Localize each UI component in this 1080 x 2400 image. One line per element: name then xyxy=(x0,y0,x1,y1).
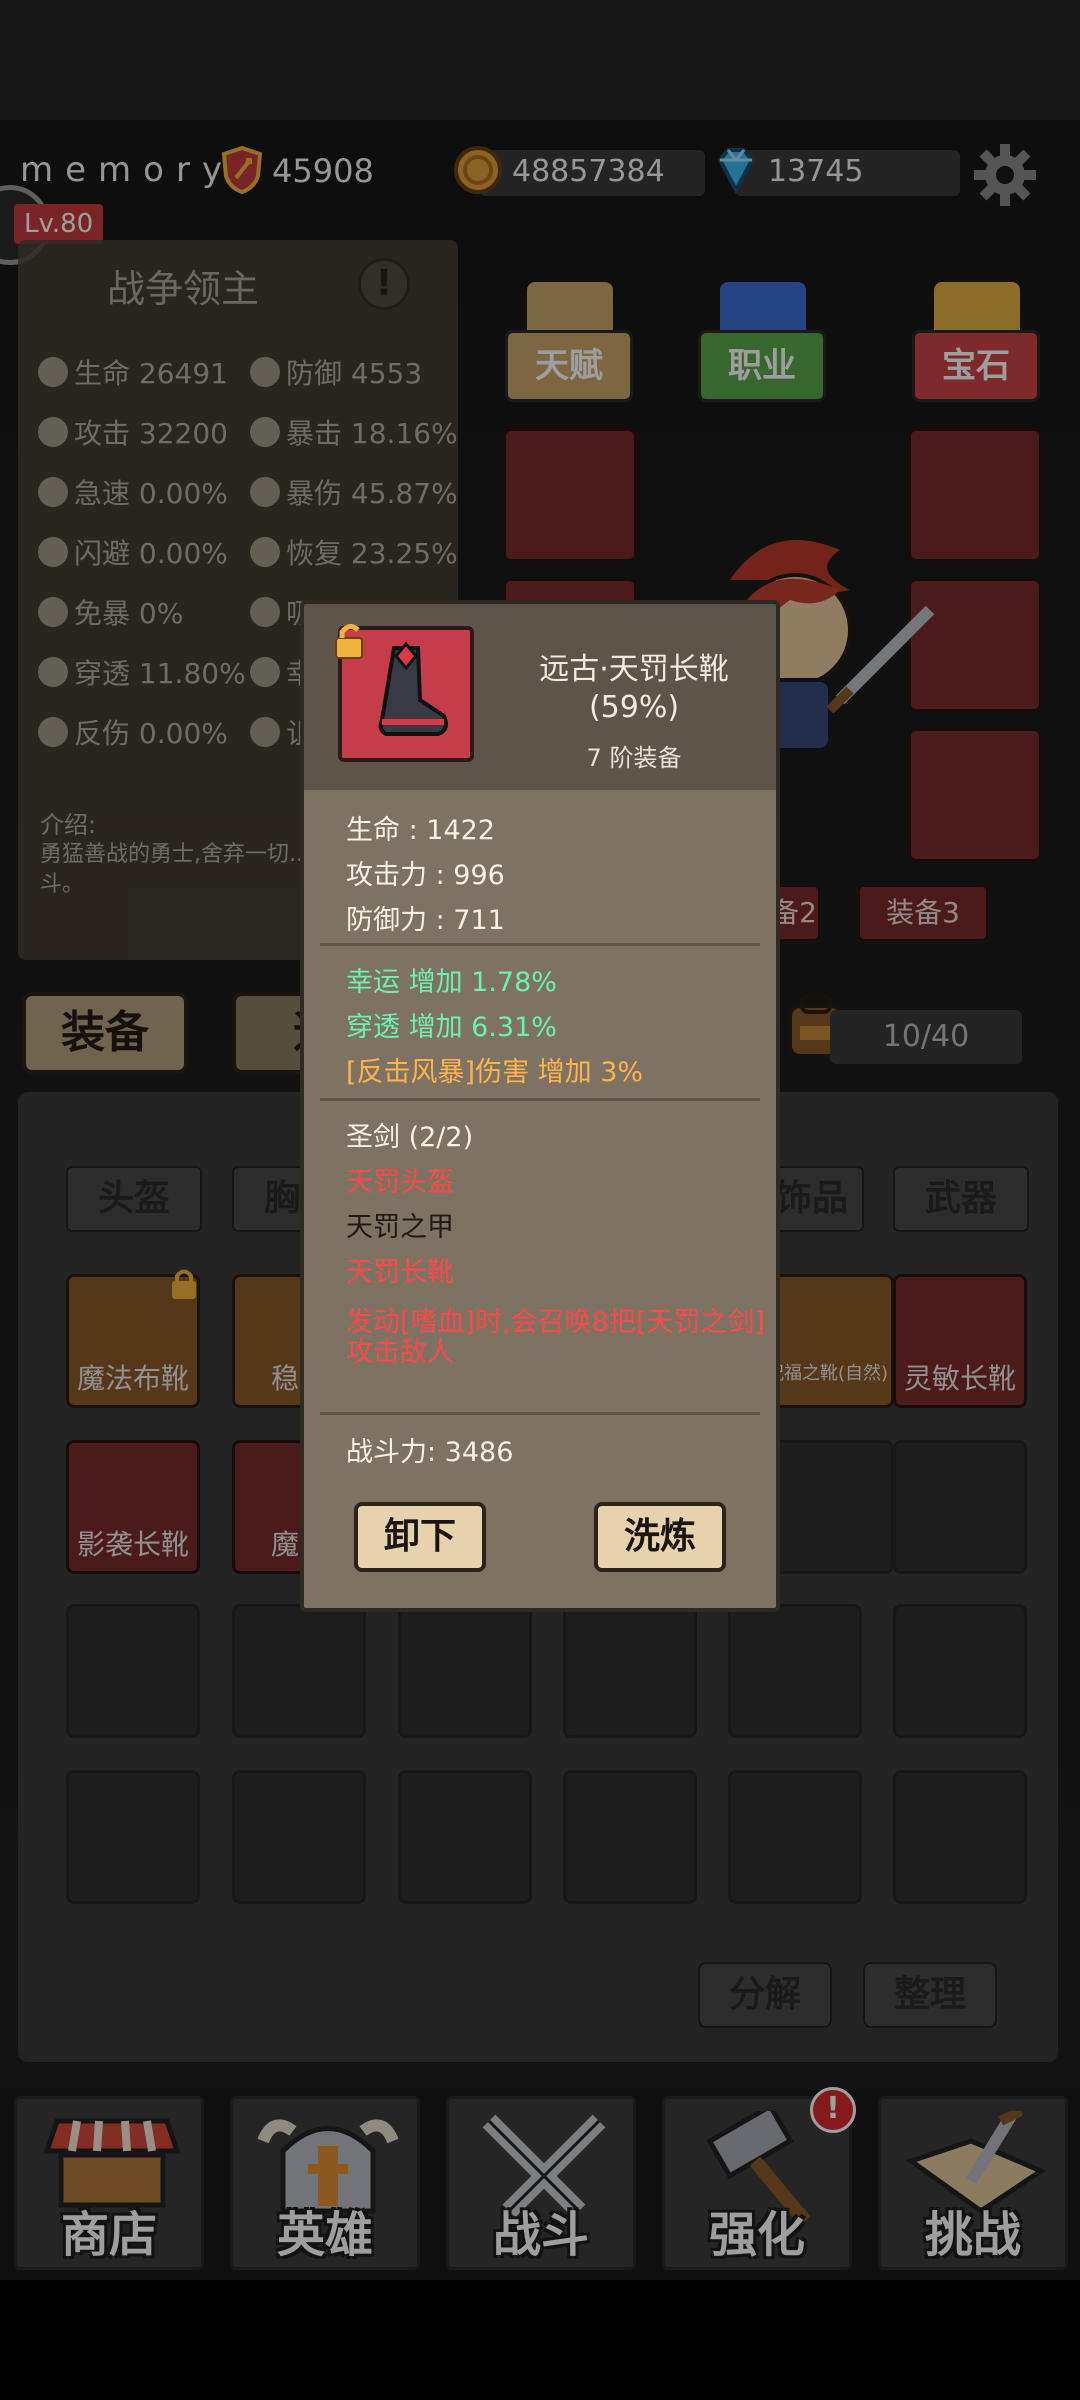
empty-slot[interactable] xyxy=(893,1604,1027,1738)
empty-slot[interactable] xyxy=(232,1770,366,1904)
rank-shield-icon xyxy=(221,146,263,194)
class-button[interactable]: 职业 xyxy=(698,330,826,402)
empty-slot[interactable] xyxy=(66,1770,200,1904)
divider xyxy=(320,1412,760,1415)
item-detail-popup: 远古·天罚长靴 (59%) 7 阶装备 生命 : 1422 攻击力 : 996 … xyxy=(300,600,780,1612)
empty-slot[interactable] xyxy=(893,1770,1027,1904)
notification-badge: ! xyxy=(810,2087,856,2133)
pierce-icon xyxy=(38,657,68,687)
stat-dodge: 闪避 0.00% xyxy=(38,532,228,572)
set-item: 天罚之甲 xyxy=(346,1212,454,1243)
sort-button[interactable]: 整理 xyxy=(863,1962,997,2028)
hero-class-title: 战争领主 xyxy=(106,267,259,311)
sword-icon xyxy=(38,417,68,447)
nav-battle[interactable]: 战斗 xyxy=(446,2096,636,2270)
stat-reflect: 反伤 0.00% xyxy=(38,712,228,752)
inventory-item[interactable]: 魔法布靴 xyxy=(66,1269,200,1408)
stat-attack: 攻击 32200 xyxy=(38,412,228,452)
gem-value: 13745 xyxy=(768,154,864,189)
player-name: memory xyxy=(20,150,235,190)
item-tier: 7 阶装备 xyxy=(586,744,682,772)
empty-slot[interactable] xyxy=(893,1440,1027,1574)
reflect-icon xyxy=(38,717,68,747)
divider xyxy=(320,1098,760,1101)
talent-button[interactable]: 天赋 xyxy=(505,330,633,402)
game-screen: memory 45908 48857384 13745 Lv.80 战争领主 !… xyxy=(0,0,1080,2400)
empty-slot[interactable] xyxy=(398,1604,532,1738)
extra-stat-skill: [反击风暴]伤害 增加 3% xyxy=(346,1057,644,1088)
filter-weapon[interactable]: 武器 xyxy=(893,1166,1029,1232)
filter-helmet[interactable]: 头盔 xyxy=(66,1166,202,1232)
stat-crit-damage: 暴伤 45.87% xyxy=(250,472,458,512)
unequip-button[interactable]: 卸下 xyxy=(354,1502,486,1572)
popup-header: 远古·天罚长靴 (59%) 7 阶装备 xyxy=(300,600,780,790)
empty-slot[interactable] xyxy=(66,1604,200,1738)
set-effect: 发动[嗜血]时,会召唤8把[天罚之剑]攻击敌人 xyxy=(346,1307,765,1368)
empty-slot[interactable] xyxy=(563,1770,697,1904)
base-stat-attack: 攻击力 : 996 xyxy=(346,860,505,891)
diamond-icon xyxy=(717,148,755,195)
gold-value: 48857384 xyxy=(512,154,665,189)
info-icon[interactable]: ! xyxy=(358,258,410,310)
tab-equipment[interactable]: 装备 xyxy=(22,992,188,1074)
unlock-icon[interactable] xyxy=(332,622,368,660)
system-nav-bar xyxy=(0,2280,1080,2400)
gold-coin-icon xyxy=(454,146,502,194)
crit-resist-icon xyxy=(38,597,68,627)
fire-icon xyxy=(250,417,280,447)
item-quality: (59%) xyxy=(588,690,680,725)
level-badge: Lv.80 xyxy=(14,204,104,244)
heart-icon xyxy=(38,357,68,387)
stat-defense: 防御 4553 xyxy=(250,352,422,392)
base-stat-defense: 防御力 : 711 xyxy=(346,905,505,936)
empty-slot[interactable] xyxy=(760,1440,894,1574)
curse-icon xyxy=(250,717,280,747)
stat-regen: 恢复 23.25% xyxy=(250,532,458,572)
empty-slot[interactable] xyxy=(232,1604,366,1738)
nav-hero[interactable]: 英雄 xyxy=(230,2096,420,2270)
nav-shop[interactable]: 商店 xyxy=(14,2096,204,2270)
inventory-capacity: 10/40 xyxy=(830,1010,1022,1064)
empty-slot[interactable] xyxy=(398,1770,532,1904)
set-item: 天罚长靴 xyxy=(346,1257,454,1288)
clover-icon xyxy=(250,657,280,687)
stat-hp: 生命 26491 xyxy=(38,352,228,392)
inventory-item[interactable]: 影袭长靴 xyxy=(66,1440,200,1574)
empty-slot[interactable] xyxy=(563,1604,697,1738)
stat-haste: 急速 0.00% xyxy=(38,472,228,512)
lifesteal-icon xyxy=(250,597,280,627)
dodge-icon xyxy=(38,537,68,567)
lock-icon xyxy=(172,1269,196,1299)
reforge-button[interactable]: 洗炼 xyxy=(594,1502,726,1572)
inventory-item[interactable]: 祝福之靴(自然) xyxy=(760,1274,894,1408)
nav-challenge[interactable]: 挑战 xyxy=(878,2096,1068,2270)
intro-label: 介绍: xyxy=(40,811,97,839)
stat-crit: 暴击 18.16% xyxy=(250,412,458,452)
extra-stat-luck: 幸运 增加 1.78% xyxy=(346,967,557,998)
haste-icon xyxy=(38,477,68,507)
inventory-item[interactable]: 灵敏长靴 xyxy=(893,1274,1027,1408)
base-stat-hp: 生命 : 1422 xyxy=(346,815,495,846)
top-bar: memory 45908 48857384 13745 xyxy=(0,140,1080,210)
salvage-button[interactable]: 分解 xyxy=(698,1962,832,2028)
crit-damage-icon xyxy=(250,477,280,507)
item-name: 远古·天罚长靴 xyxy=(539,652,729,687)
set-item: 天罚头盔 xyxy=(346,1167,454,1198)
divider xyxy=(320,943,760,946)
gem-button[interactable]: 宝石 xyxy=(912,330,1040,402)
combat-power: 战斗力: 3486 xyxy=(346,1437,514,1468)
empty-slot[interactable] xyxy=(728,1770,862,1904)
regen-icon xyxy=(250,537,280,567)
rank-value: 45908 xyxy=(272,152,374,190)
empty-slot[interactable] xyxy=(728,1604,862,1738)
set-title: 圣剑 (2/2) xyxy=(346,1122,474,1153)
settings-gear-icon[interactable] xyxy=(970,140,1040,210)
extra-stat-pierce: 穿透 增加 6.31% xyxy=(346,1012,557,1043)
stat-crit-resist: 免暴 0% xyxy=(38,592,183,632)
equipped-helmet-slot[interactable] xyxy=(503,428,637,562)
equip-set-tab-3[interactable]: 装备3 xyxy=(858,885,988,941)
stat-pierce: 穿透 11.80% xyxy=(38,652,246,692)
shield-icon xyxy=(250,357,280,387)
